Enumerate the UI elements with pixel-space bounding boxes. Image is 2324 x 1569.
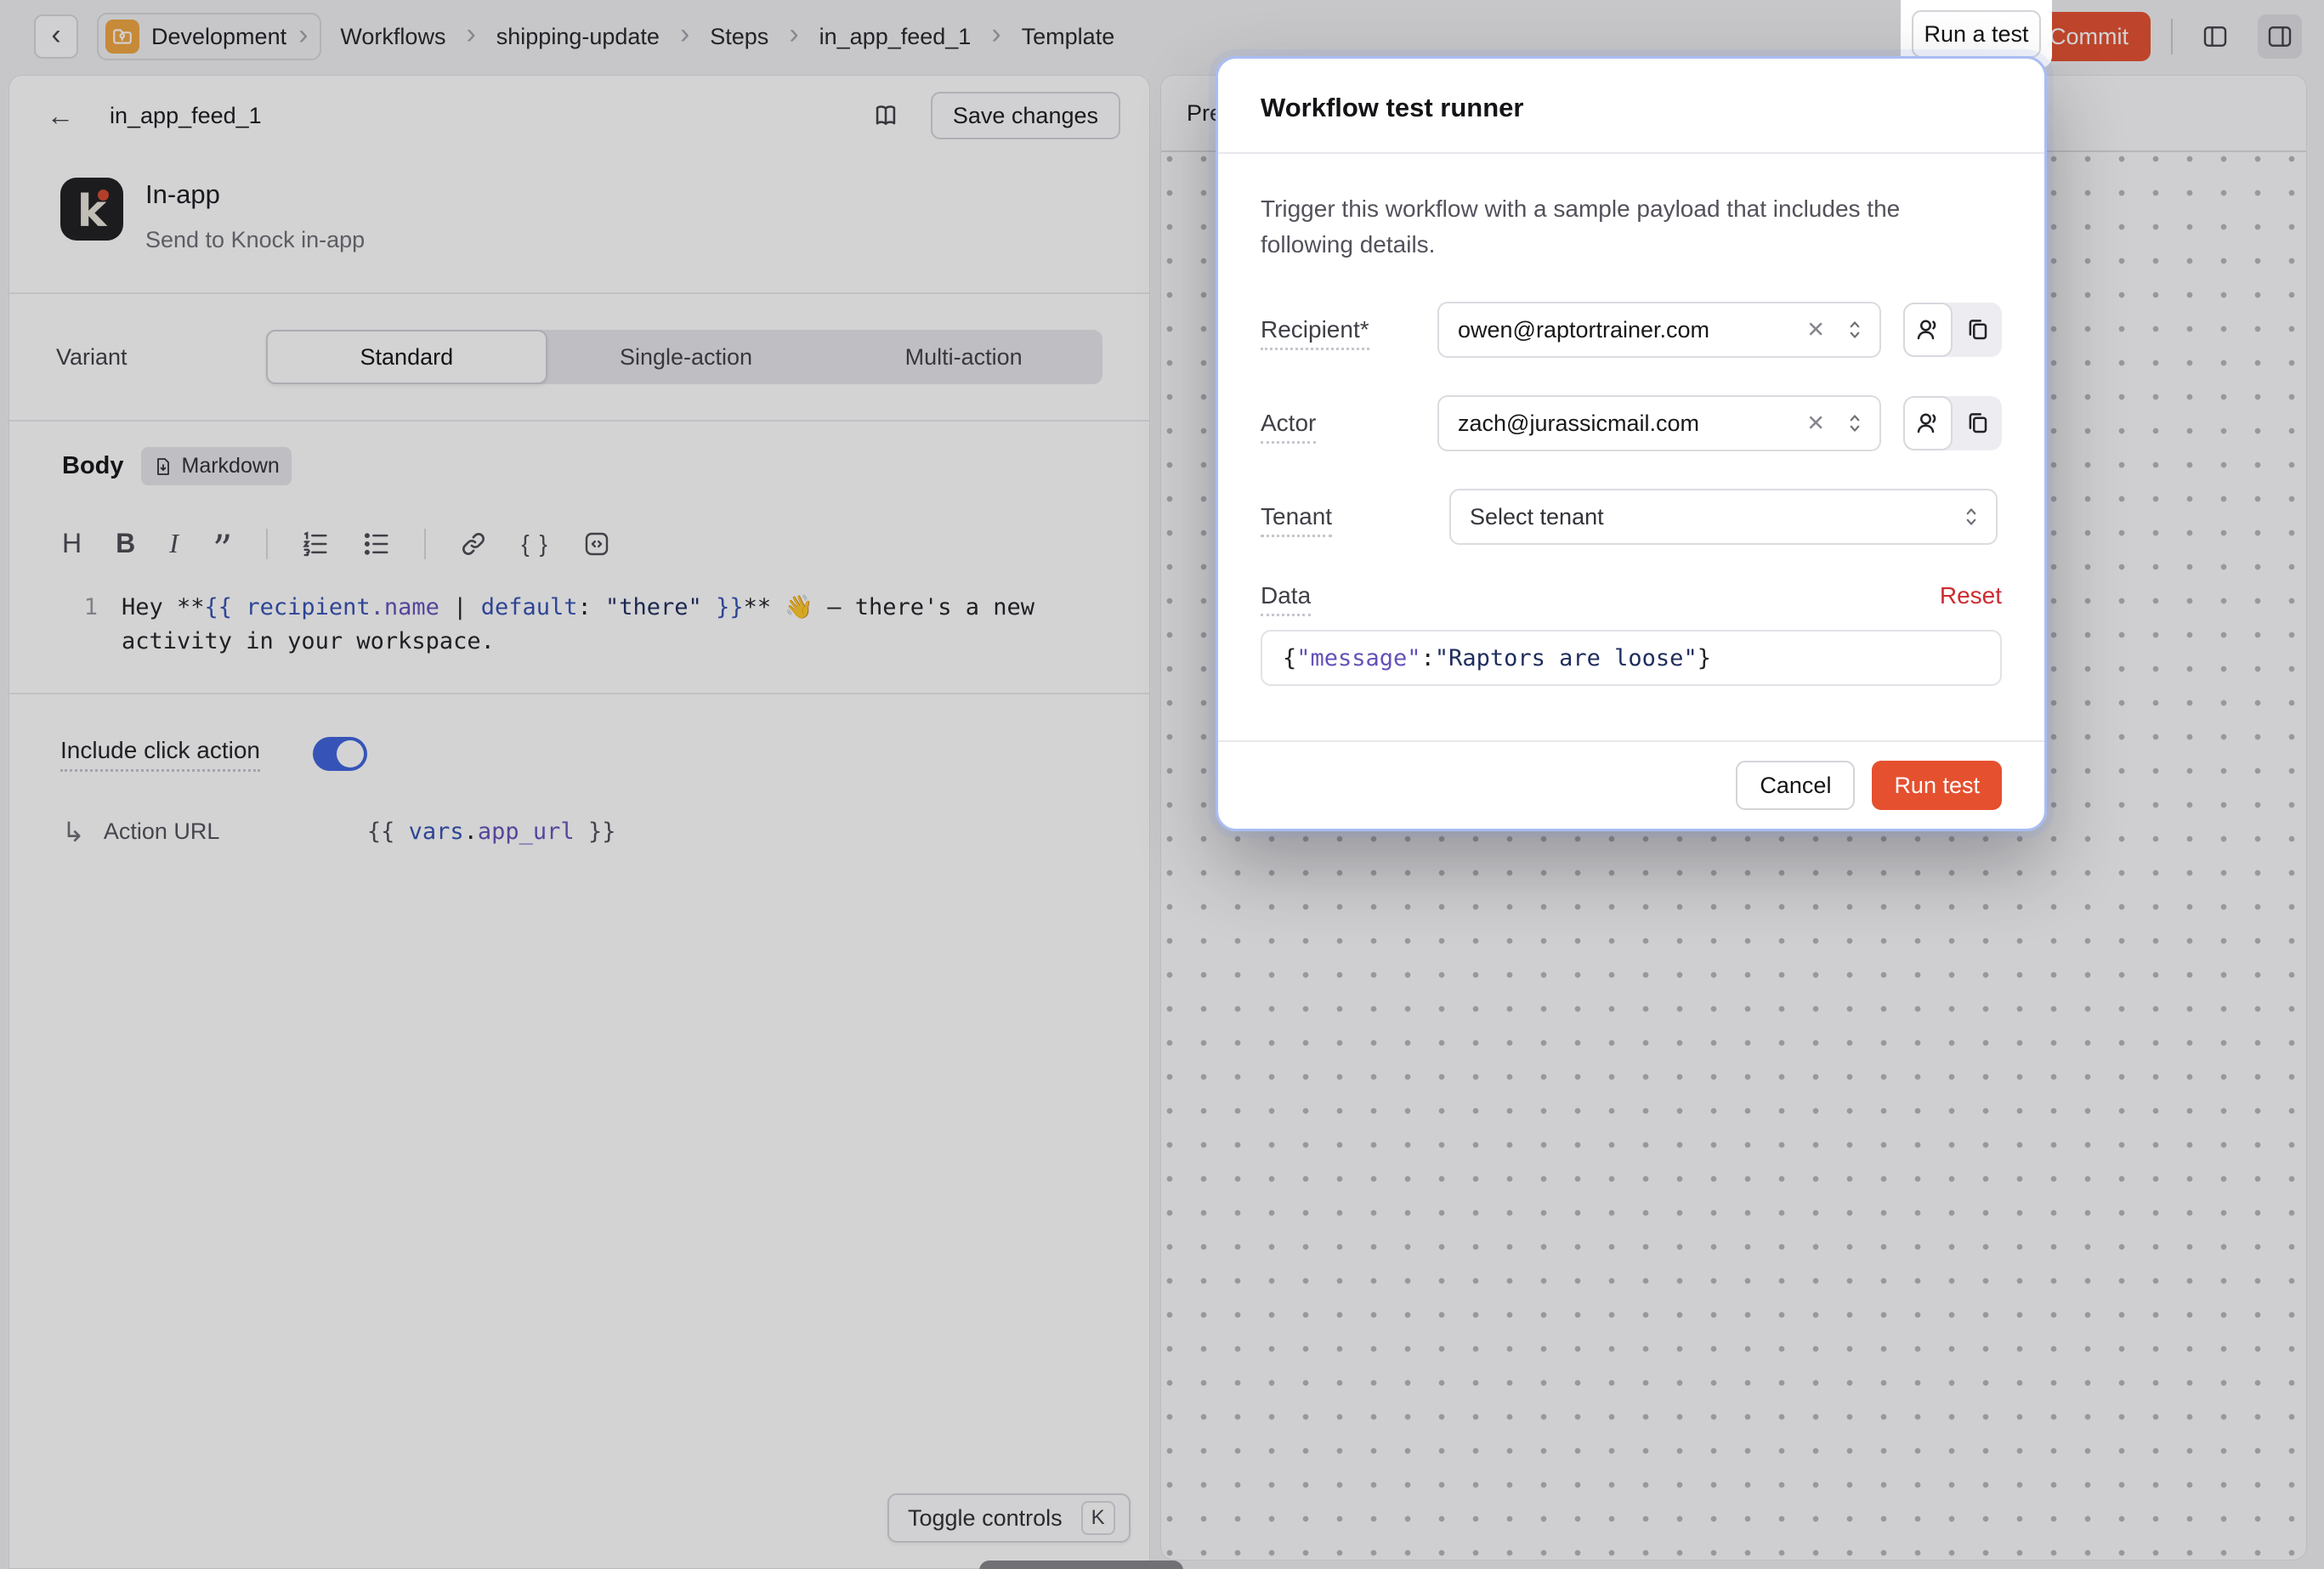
tenant-select[interactable]: Select tenant (1449, 489, 1998, 545)
data-label: Data (1261, 582, 1311, 616)
run-test-submit-button[interactable]: Run test (1872, 761, 2002, 810)
tenant-row: Tenant Select tenant (1261, 489, 2002, 545)
cancel-button[interactable]: Cancel (1736, 761, 1855, 810)
chevron-updown-icon[interactable] (1845, 317, 1864, 343)
tenant-placeholder: Select tenant (1470, 504, 1604, 530)
copy-icon[interactable] (1953, 303, 2002, 357)
recipient-mode-switch (1903, 303, 2002, 357)
actor-label: Actor (1261, 410, 1316, 444)
reset-button[interactable]: Reset (1940, 582, 2002, 609)
user-select-icon[interactable] (1903, 303, 1953, 357)
data-json-editor[interactable]: {"message": "Raptors are loose"} (1261, 630, 2002, 686)
dialog-title: Workflow test runner (1218, 59, 2044, 154)
workflow-test-runner-dialog: Workflow test runner Trigger this workfl… (1216, 56, 2047, 831)
user-select-icon[interactable] (1903, 396, 1953, 450)
app-root: ‹ Development › Workflows › shipping-upd… (0, 0, 2324, 1569)
dialog-body: Trigger this workflow with a sample payl… (1218, 154, 2044, 740)
recipient-combobox: ✕ (1437, 302, 1881, 358)
tenant-label: Tenant (1261, 503, 1332, 537)
recipient-row: Recipient* ✕ (1261, 302, 2002, 358)
run-a-test-button[interactable]: Run a test (1912, 10, 2041, 58)
actor-combobox: ✕ (1437, 395, 1881, 451)
actor-mode-switch (1903, 396, 2002, 450)
actor-row: Actor ✕ (1261, 395, 2002, 451)
dialog-description: Trigger this workflow with a sample payl… (1261, 191, 1941, 263)
data-row-header: Data Reset (1261, 582, 2002, 609)
chevron-updown-icon[interactable] (1845, 411, 1864, 436)
recipient-label: Recipient* (1261, 316, 1369, 350)
clear-icon[interactable]: ✕ (1806, 411, 1825, 437)
chevron-updown-icon (1962, 504, 1981, 530)
copy-icon[interactable] (1953, 396, 2002, 450)
dialog-footer: Cancel Run test (1218, 740, 2044, 829)
clear-icon[interactable]: ✕ (1806, 317, 1825, 343)
